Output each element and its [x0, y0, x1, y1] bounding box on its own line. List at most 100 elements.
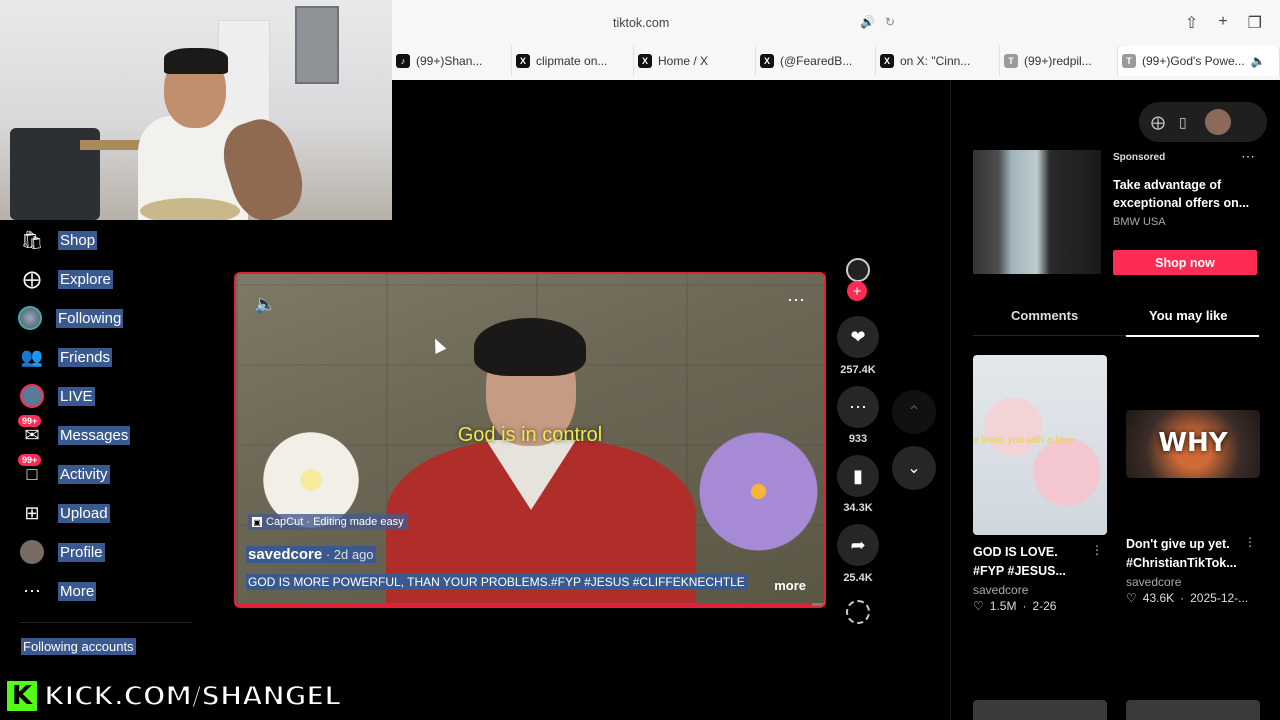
browser-tab-active[interactable]: T (99+)God's Powe... 🔈	[1118, 46, 1280, 76]
friends-icon: 👥	[20, 346, 44, 367]
capcut-icon: ▣	[252, 517, 262, 527]
activity-icon: □ 99+	[18, 454, 44, 486]
sidebar-item-activity[interactable]: □ 99+ Activity	[18, 454, 110, 487]
video-author[interactable]: savedcore · 2d ago	[246, 546, 376, 563]
browser-tab[interactable]: X clipmate on...	[512, 46, 634, 76]
video-description: GOD IS MORE POWERFUL, THAN YOUR PROBLEMS…	[246, 574, 747, 590]
following-avatar-icon	[18, 306, 42, 330]
more-icon: ⋯	[23, 580, 41, 601]
browser-tab[interactable]: X on X: "Cinn...	[876, 46, 1000, 76]
save-button[interactable]: ▮	[837, 455, 879, 497]
browser-tab[interactable]: X (@FearedB...	[756, 46, 876, 76]
streamer-hair	[164, 48, 228, 74]
tab-label: (99+)Shan...	[416, 54, 483, 68]
follow-plus-button[interactable]: +	[847, 281, 867, 301]
chevron-down-icon: ⌄	[907, 460, 921, 477]
card-options-icon[interactable]: ⋮	[1244, 535, 1256, 549]
video-thumbnail[interactable]	[1126, 700, 1260, 720]
sidebar-item-friends[interactable]: 👥 Friends	[20, 344, 113, 370]
author-name: savedcore	[248, 546, 323, 563]
tab-label: Home / X	[658, 54, 709, 68]
speaker-icon[interactable]: 🔊	[860, 15, 875, 29]
tab-label: (99+)God's Powe...	[1142, 54, 1245, 68]
share-button[interactable]: ➦	[837, 524, 879, 566]
video-progress-bar[interactable]	[236, 603, 824, 606]
browser-tab[interactable]: T (99+)redpil...	[1000, 46, 1118, 76]
video-player[interactable]: God is in control 🔈 ⋯ ▣ CapCut · Editing…	[234, 272, 826, 608]
bookmark-icon: ▮	[853, 465, 863, 486]
top-toolbar: ⨁ ▯	[1139, 102, 1267, 142]
sidebar-item-upload[interactable]: ⊞ Upload	[20, 500, 110, 526]
sidebar-divider	[20, 622, 192, 623]
video-thumbnail[interactable]: WHY	[1126, 410, 1260, 478]
tab-audio-icon[interactable]: 🔈	[1251, 54, 1266, 68]
tab-label: on X: "Cinn...	[900, 54, 971, 68]
recommendation-card[interactable]: e loves you with a love GOD IS LOVE. #FY…	[973, 355, 1107, 613]
sidebar-item-label: Following	[56, 308, 124, 328]
heart-icon: ❤	[850, 326, 866, 347]
video-options-icon[interactable]: ⋯	[787, 290, 806, 311]
card-date: 2025-12-...	[1190, 591, 1249, 605]
ad-options-icon[interactable]: ⋯	[1241, 148, 1255, 165]
recommendation-card[interactable]: WHY Don't give up yet. #ChristianTikTok.…	[1126, 355, 1260, 605]
tab-comments[interactable]: Comments	[1011, 308, 1078, 323]
like-button[interactable]: ❤	[837, 316, 879, 358]
user-avatar[interactable]	[1204, 109, 1231, 135]
sidebar-item-label: More	[58, 581, 97, 601]
browser-tab[interactable]: X Home / X	[634, 46, 756, 76]
shop-now-button[interactable]: Shop now	[1113, 250, 1257, 275]
browser-tab[interactable]: ♪ (99+)Shan...	[392, 46, 512, 76]
creator-avatar[interactable]	[846, 258, 870, 282]
sidebar-item-following[interactable]: Following	[18, 305, 124, 331]
compass-icon[interactable]: ⨁	[1151, 114, 1165, 131]
card-author[interactable]: savedcore	[973, 583, 1107, 597]
sidebar-item-label: Friends	[58, 347, 113, 367]
sidebar-item-explore[interactable]: ⨁ Explore	[20, 266, 113, 292]
video-progress-fill	[236, 603, 813, 606]
card-author[interactable]: savedcore	[1126, 575, 1260, 589]
sidebar-item-messages[interactable]: ✉ 99+ Messages	[18, 415, 131, 448]
screen: tiktok.com 🔊 ↻ ⇧ + ❐ ♪ (99+)Shan... X cl…	[0, 0, 1280, 720]
tiktok-icon: ♪	[396, 54, 410, 68]
device-icon[interactable]: ▯	[1179, 114, 1187, 131]
card-stats: ♡ 43.6K · 2025-12-...	[1126, 591, 1260, 605]
ad-title[interactable]: Take advantage of exceptional offers on.…	[1113, 176, 1263, 212]
kick-url: KICK.COM/SHANGEL	[43, 680, 342, 713]
address-bar[interactable]: tiktok.com 🔊 ↻	[392, 0, 1280, 44]
reload-icon[interactable]: ↻	[885, 15, 895, 29]
tab-label: (99+)redpil...	[1024, 54, 1092, 68]
volume-icon[interactable]: 🔈	[254, 294, 276, 315]
sidebar-item-live[interactable]: LIVE	[20, 383, 95, 409]
new-tab-icon[interactable]: +	[1218, 13, 1227, 33]
t-icon: T	[1122, 54, 1136, 68]
card-options-icon[interactable]: ⋮	[1091, 543, 1103, 557]
post-age: · 2d ago	[322, 547, 374, 562]
card-likes: 1.5M	[989, 599, 1017, 613]
previous-video-button[interactable]: ⌃	[892, 390, 936, 434]
chevron-up-icon: ⌃	[907, 404, 921, 421]
ad-image[interactable]	[973, 150, 1101, 274]
tab-overview-icon[interactable]: ❐	[1248, 13, 1262, 33]
sidebar-item-more[interactable]: ⋯ More	[20, 578, 97, 604]
messages-badge: 99+	[18, 415, 42, 427]
url-text[interactable]: tiktok.com	[613, 16, 669, 30]
compass-icon: ⨁	[23, 268, 41, 289]
following-accounts-heading: Following accounts	[21, 638, 136, 655]
share-icon[interactable]: ⇧	[1185, 13, 1198, 33]
card-title[interactable]: GOD IS LOVE. #FYP #JESUS...	[973, 543, 1089, 581]
cam-plate	[140, 198, 240, 220]
video-thumbnail[interactable]: e loves you with a love	[973, 355, 1107, 535]
messages-icon: ✉ 99+	[18, 415, 44, 447]
capcut-tag[interactable]: ▣ CapCut · Editing made easy	[248, 514, 408, 530]
x-icon: X	[880, 54, 894, 68]
comment-button[interactable]: ⋯	[837, 386, 879, 428]
sound-disc-icon[interactable]	[846, 600, 870, 624]
card-title[interactable]: Don't give up yet. #ChristianTikTok...	[1126, 535, 1242, 573]
next-video-button[interactable]: ⌄	[892, 446, 936, 490]
description-more-link[interactable]: more	[774, 578, 806, 593]
sidebar-item-label: Activity	[58, 464, 110, 484]
sidebar-item-shop[interactable]: 🛍 Shop	[20, 227, 98, 253]
sidebar-item-profile[interactable]: Profile	[20, 539, 105, 565]
video-thumbnail[interactable]	[973, 700, 1107, 720]
tab-you-may-like[interactable]: You may like	[1149, 308, 1228, 323]
